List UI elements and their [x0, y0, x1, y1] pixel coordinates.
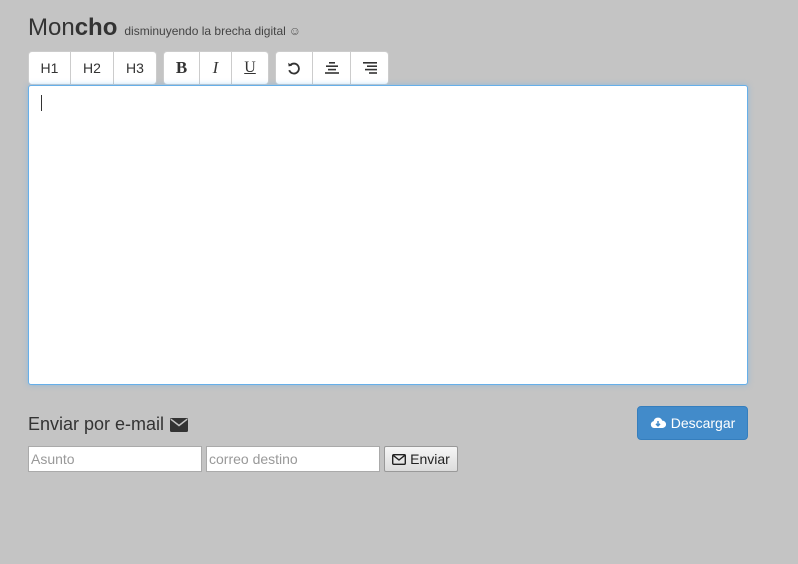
recipient-email-input[interactable] — [206, 446, 380, 472]
text-editor[interactable] — [28, 85, 748, 385]
page-title: Moncho disminuyendo la brecha digital ☺ — [28, 14, 301, 42]
heading-button-group: H1 H2 H3 — [28, 51, 157, 85]
send-button[interactable]: Enviar — [384, 446, 458, 472]
italic-button[interactable]: I — [200, 51, 232, 85]
h2-button[interactable]: H2 — [71, 51, 114, 85]
text-caret — [41, 95, 42, 111]
subject-input[interactable] — [28, 446, 202, 472]
format-button-group: B I U — [163, 51, 269, 85]
tagline: disminuyendo la brecha digital — [124, 24, 286, 38]
smiley-icon: ☺ — [288, 24, 302, 38]
brand-logo: Moncho — [28, 14, 117, 42]
align-center-button[interactable] — [313, 51, 351, 85]
envelope-icon — [170, 417, 189, 432]
undo-icon — [288, 62, 300, 75]
send-label: Enviar — [410, 451, 450, 467]
h3-button[interactable]: H3 — [114, 51, 157, 85]
undo-button[interactable] — [275, 51, 313, 85]
email-section-heading: Enviar por e-mail — [28, 414, 189, 435]
brand-part-2: cho — [74, 14, 118, 41]
brand-part-1: Mon — [28, 14, 75, 41]
underline-button[interactable]: U — [232, 51, 269, 85]
h1-button[interactable]: H1 — [28, 51, 71, 85]
align-right-icon — [362, 62, 377, 74]
email-heading-label: Enviar por e-mail — [28, 414, 165, 434]
action-button-group — [275, 51, 389, 85]
download-button[interactable]: Descargar — [637, 406, 748, 440]
envelope-outline-icon — [392, 453, 407, 465]
editor-toolbar: H1 H2 H3 B I U — [28, 51, 395, 85]
cloud-download-icon — [650, 417, 666, 428]
align-right-button[interactable] — [351, 51, 389, 85]
bold-button[interactable]: B — [163, 51, 200, 85]
align-center-icon — [324, 62, 339, 74]
download-label: Descargar — [670, 415, 736, 431]
